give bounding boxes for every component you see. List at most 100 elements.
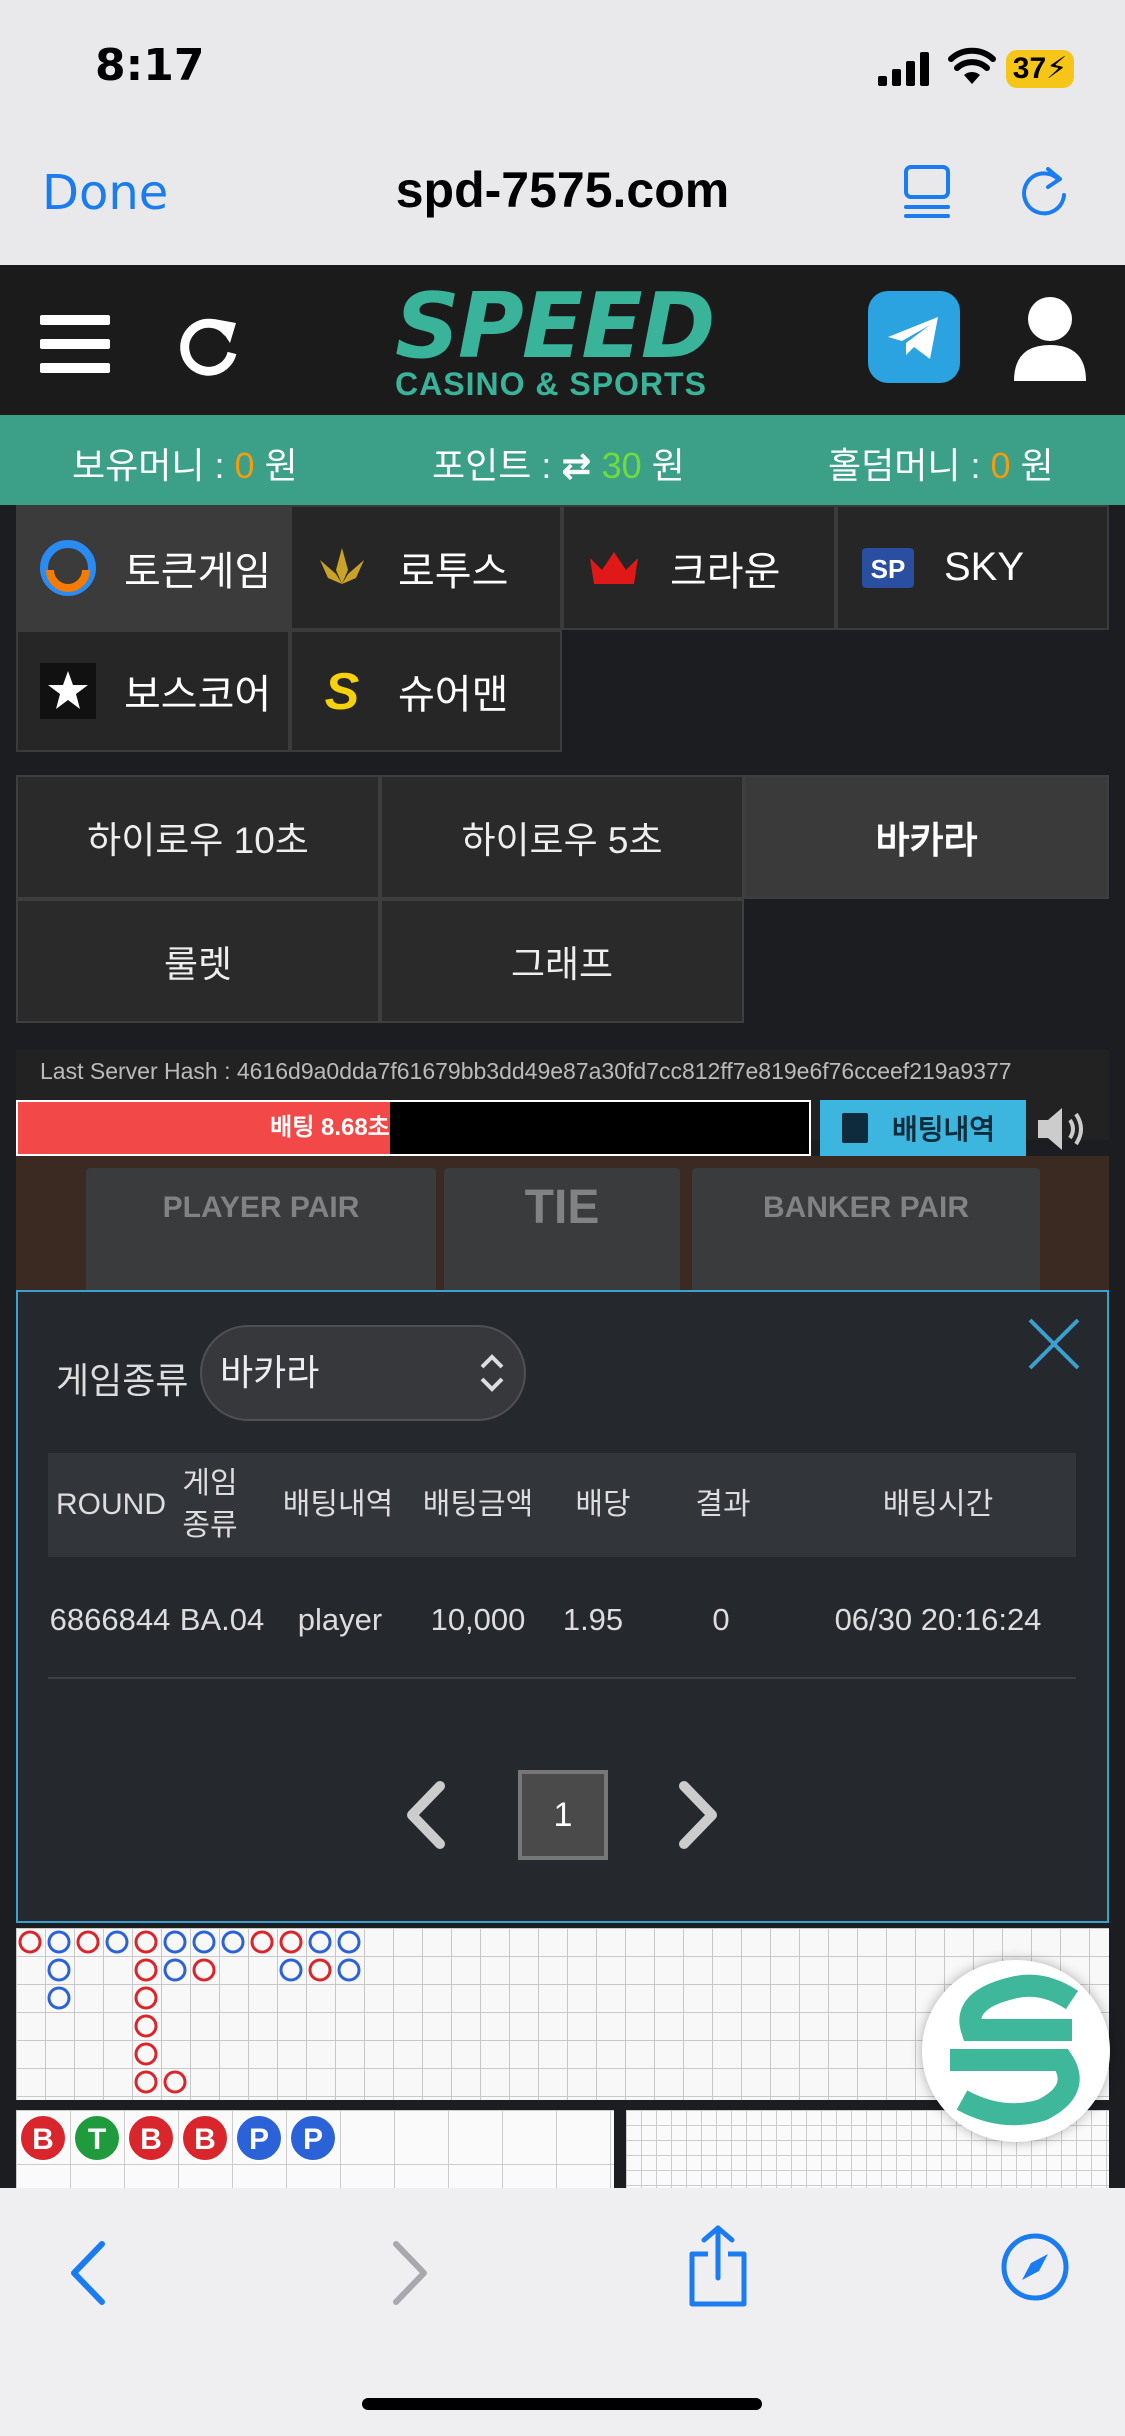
site-header: SPEED CASINO & SPORTS <box>0 265 1125 415</box>
provider-label: 로투스 <box>398 549 509 594</box>
history-table-header: ROUND 게임종류 배팅내역 배팅금액 배당 결과 배팅시간 <box>48 1453 1076 1557</box>
banker-mark <box>279 1930 303 1954</box>
battery-indicator: 37⚡ <box>1006 50 1074 88</box>
cell-bet-detail: player <box>297 1602 383 1637</box>
player-mark <box>163 1930 187 1954</box>
col-bet-detail: 배팅내역 <box>282 1488 394 1521</box>
row-divider <box>48 1677 1076 1679</box>
url-text[interactable]: spd-7575.com <box>0 161 1125 219</box>
forward-icon[interactable] <box>386 2238 434 2308</box>
held-money-label: 보유머니 : <box>72 445 225 486</box>
bet-history-label: 배팅내역 <box>892 1114 996 1145</box>
provider-sureman[interactable]: S 슈어맨 <box>290 630 562 752</box>
bead-mark: T <box>73 2114 121 2162</box>
provider-sky[interactable]: SP SKY <box>836 505 1109 630</box>
back-icon[interactable] <box>64 2238 112 2308</box>
svg-text:SP: SP <box>871 554 906 584</box>
chevron-right-icon[interactable] <box>670 1780 724 1850</box>
share-icon[interactable] <box>686 2224 750 2308</box>
banker-mark <box>250 1930 274 1954</box>
banker-mark <box>308 1958 332 1982</box>
col-odds: 배당 <box>575 1488 631 1521</box>
document-icon <box>842 1113 868 1143</box>
player-mark <box>337 1958 361 1982</box>
player-mark <box>337 1930 361 1954</box>
baccarat-table: PLAYER PAIR TIE BANKER PAIR <box>16 1156 1109 1298</box>
provider-crown[interactable]: 크라운 <box>562 505 836 630</box>
banker-mark <box>134 1958 158 1982</box>
col-bet-amount: 배팅금액 <box>422 1488 534 1521</box>
player-mark <box>308 1930 332 1954</box>
tab-baccarat[interactable]: 바카라 <box>744 775 1109 899</box>
wifi-icon <box>948 47 996 84</box>
browser-top-bar: Done spd-7575.com <box>0 135 1125 265</box>
cell-odds: 1.95 <box>562 1602 624 1637</box>
held-money: 보유머니 : 0 원 <box>72 437 298 489</box>
cell-bet-time: 06/30 20:16:24 <box>834 1602 1042 1637</box>
player-pair-zone[interactable]: PLAYER PAIR <box>86 1168 436 1298</box>
bet-timer-text: 배팅 8.68초 <box>270 1114 390 1141</box>
bead-mark: B <box>127 2114 175 2162</box>
provider-token-game[interactable]: 토큰게임 <box>16 505 290 630</box>
col-game-type: 게임종류 <box>182 1467 238 1542</box>
bet-history-button[interactable]: 배팅내역 <box>820 1100 1026 1156</box>
tab-hilo-5[interactable]: 하이로우 5초 <box>380 775 744 899</box>
telegram-icon[interactable] <box>868 291 960 383</box>
chevron-left-icon[interactable] <box>400 1780 454 1850</box>
reader-view-icon[interactable] <box>902 163 952 219</box>
provider-label: 보스코어 <box>124 673 272 717</box>
banker-mark <box>163 2070 187 2094</box>
speaker-icon[interactable] <box>1034 1104 1094 1154</box>
banker-mark <box>134 2042 158 2066</box>
player-mark <box>105 1930 129 1954</box>
holdem-money-unit: 원 <box>1020 445 1054 486</box>
provider-label: 토큰게임 <box>124 549 272 594</box>
tab-hilo-10[interactable]: 하이로우 10초 <box>16 775 380 899</box>
close-icon[interactable] <box>1028 1318 1080 1370</box>
status-bar: 8:17 37⚡ <box>0 0 1125 135</box>
logo-title: SPEED <box>395 274 715 379</box>
points-unit: 원 <box>651 445 685 486</box>
provider-boscore[interactable]: 보스코어 <box>16 630 290 752</box>
speed-logo[interactable]: SPEED CASINO & SPORTS <box>395 274 730 402</box>
reload-icon[interactable] <box>1018 163 1072 219</box>
game-type-label: 게임종류 <box>56 1360 189 1401</box>
player-mark <box>47 1958 71 1982</box>
holdem-money-label: 홀덤머니 : <box>828 445 981 486</box>
speed-floating-button[interactable] <box>922 1960 1110 2142</box>
page-number[interactable]: 1 <box>518 1770 608 1860</box>
col-bet-time: 배팅시간 <box>882 1488 994 1521</box>
svg-text:S: S <box>325 663 360 719</box>
bet-timer-fill: 배팅 8.68초 <box>18 1102 390 1154</box>
game-type-select[interactable]: 바카라 <box>200 1325 526 1421</box>
provider-label: 슈어맨 <box>398 673 509 717</box>
boscore-icon <box>40 663 96 719</box>
col-result: 결과 <box>695 1488 751 1521</box>
points-value: 30 <box>601 445 642 486</box>
banker-mark <box>76 1930 100 1954</box>
points: 포인트 : ⇄ 30 원 <box>432 437 685 489</box>
exchange-icon[interactable]: ⇄ <box>561 445 591 486</box>
token-game-icon <box>40 539 96 596</box>
provider-label: 크라운 <box>670 549 781 594</box>
tab-roulette[interactable]: 룰렛 <box>16 899 380 1023</box>
user-profile-icon[interactable] <box>1010 293 1090 383</box>
provider-lotus[interactable]: 로투스 <box>290 505 562 630</box>
player-mark <box>47 1930 71 1954</box>
refresh-icon[interactable] <box>176 309 242 379</box>
banker-mark <box>192 1958 216 1982</box>
player-mark <box>279 1958 303 1982</box>
tab-graph[interactable]: 그래프 <box>380 899 744 1023</box>
player-mark <box>221 1930 245 1954</box>
hamburger-menu-icon[interactable] <box>40 313 110 375</box>
compass-icon[interactable] <box>1000 2232 1070 2302</box>
tie-zone[interactable]: TIE <box>444 1168 680 1298</box>
bead-mark: B <box>181 2114 229 2162</box>
banker-pair-zone[interactable]: BANKER PAIR <box>692 1168 1040 1298</box>
speed-s-logo-icon <box>950 1974 1080 2126</box>
cell-bet-amount: 10,000 <box>430 1602 526 1637</box>
holdem-money: 홀덤머니 : 0 원 <box>828 437 1054 489</box>
cell-game-type: BA.04 <box>179 1602 265 1637</box>
banker-mark <box>134 2070 158 2094</box>
crown-icon <box>590 551 638 584</box>
